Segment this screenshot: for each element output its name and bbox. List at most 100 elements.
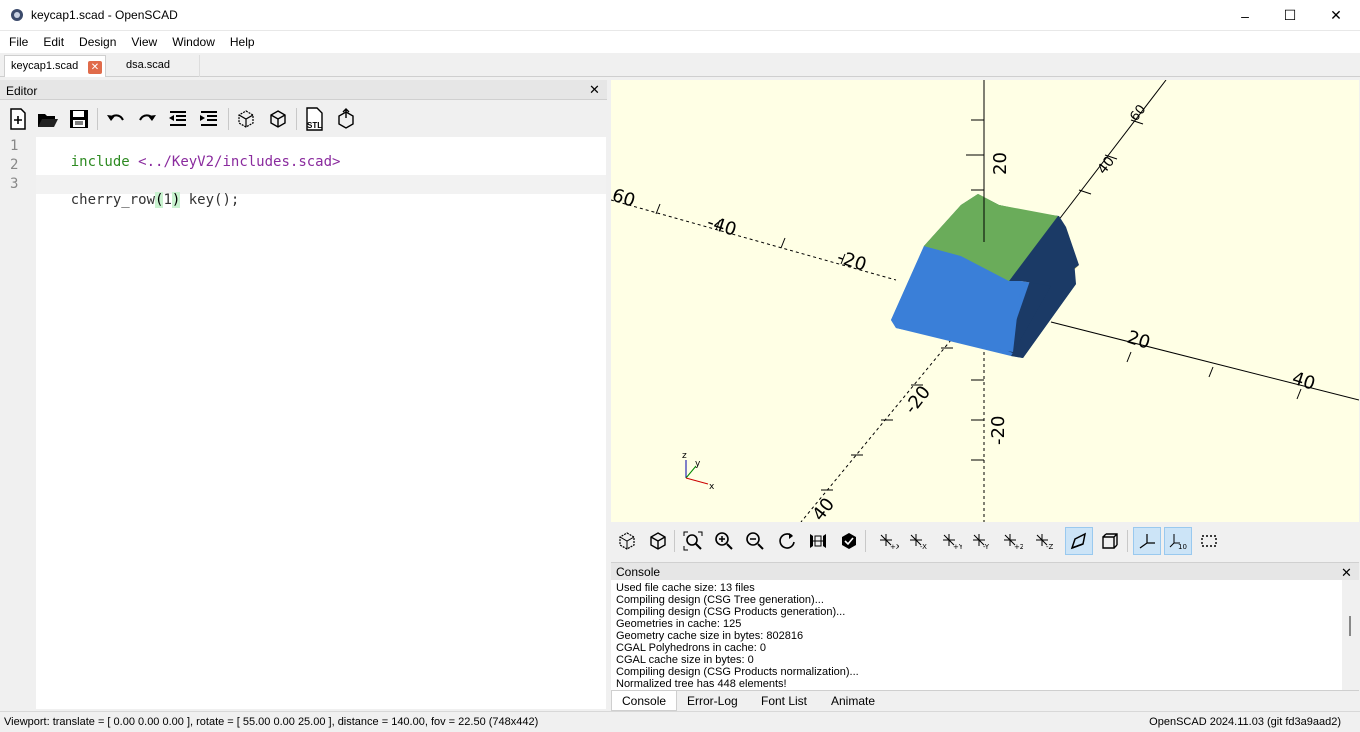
x-neg-40-label: -40: [704, 212, 738, 241]
code-editor[interactable]: 1 2 3 include <../KeyV2/includes.scad> c…: [0, 137, 606, 709]
preview-icon[interactable]: [613, 527, 641, 555]
redo-icon[interactable]: [134, 106, 160, 132]
zoom-out-icon[interactable]: [741, 527, 769, 555]
tab-label: keycap1.scad: [11, 60, 79, 72]
tab-label: dsa.scad: [126, 59, 171, 71]
view-left-icon[interactable]: -X: [904, 527, 932, 555]
code-line-3: cherry_row(1) key();: [37, 176, 239, 224]
keycap-model: [891, 194, 1079, 358]
3d-viewport[interactable]: 20 -20 20 40 -20 -40 60 40 60 -20 40 z y…: [611, 80, 1359, 522]
y-neg-20-label: -20: [900, 382, 935, 418]
preview-icon[interactable]: [233, 106, 259, 132]
export-stl-icon[interactable]: STL: [301, 106, 327, 132]
scrollbar-thumb[interactable]: [1349, 616, 1351, 636]
tab-dsa[interactable]: dsa.scad: [118, 55, 200, 77]
svg-text:-X: -X: [920, 543, 927, 551]
console-line: Compiling design (CSG Products normaliza…: [616, 666, 859, 678]
include-path: <../KeyV2/includes.scad>: [138, 154, 341, 170]
axis-z-letter: z: [682, 451, 687, 461]
editor-title: Editor: [6, 84, 38, 98]
show-scale-icon[interactable]: 10: [1164, 527, 1192, 555]
line-number: 1: [10, 138, 19, 154]
menu-file[interactable]: File: [9, 31, 28, 53]
window-title: keycap1.scad - OpenSCAD: [31, 8, 178, 22]
save-icon[interactable]: [66, 106, 92, 132]
show-axes-icon[interactable]: [1133, 527, 1161, 555]
orthogonal-icon[interactable]: [1096, 527, 1124, 555]
view-top-icon[interactable]: +Y: [937, 527, 965, 555]
svg-text:-Z: -Z: [1046, 543, 1054, 551]
y-axis-positive: [1050, 80, 1167, 231]
tab-error-log[interactable]: Error-Log: [677, 691, 748, 711]
render-icon[interactable]: [644, 527, 672, 555]
viewport-canvas: 20 -20 20 40 -20 -40 60 40 60 -20 40 z y…: [611, 80, 1359, 522]
x-neg-20-label: -20: [834, 247, 868, 276]
unindent-icon[interactable]: [165, 106, 191, 132]
show-edges-icon[interactable]: [1195, 527, 1223, 555]
new-file-icon[interactable]: [5, 106, 31, 132]
axes-indicator: z y x: [682, 451, 715, 492]
close-icon[interactable]: ✕: [589, 83, 600, 96]
wireframe-icon[interactable]: [835, 527, 863, 555]
menu-bar: File Edit Design View Window Help: [0, 31, 1360, 53]
console-line: Normalized tree has 448 elements!: [616, 678, 787, 690]
perspective-icon[interactable]: [1065, 527, 1093, 555]
axis-x-letter: x: [709, 482, 715, 492]
maximize-button[interactable]: ☐: [1267, 0, 1313, 31]
x-pos-40-label: 40: [1289, 368, 1317, 395]
indent-icon[interactable]: [196, 106, 222, 132]
tab-font-list[interactable]: Font List: [751, 691, 817, 711]
openscad-logo-icon: [11, 9, 23, 21]
render-icon[interactable]: [265, 106, 291, 132]
menu-edit[interactable]: Edit: [43, 31, 64, 53]
tab-keycap1[interactable]: keycap1.scad ✕: [4, 55, 106, 77]
version-status: OpenSCAD 2024.11.03 (git fd3a9aad2): [1149, 716, 1341, 728]
console-line: Used file cache size: 13 files: [616, 582, 755, 594]
console-line: Compiling design (CSG Tree generation)..…: [616, 594, 824, 606]
editor-panel-header: Editor ✕: [0, 80, 608, 100]
close-window-button[interactable]: ✕: [1313, 0, 1359, 31]
minimize-button[interactable]: –: [1222, 0, 1268, 31]
code-rest: key();: [180, 192, 240, 208]
zoom-in-icon[interactable]: [710, 527, 738, 555]
view-bottom-icon[interactable]: -Y: [967, 527, 995, 555]
menu-view[interactable]: View: [131, 31, 157, 53]
view-right-icon[interactable]: +X: [874, 527, 902, 555]
view-front-icon[interactable]: +Z: [998, 527, 1026, 555]
console-tab-bar: Console Error-Log Font List Animate: [611, 690, 1359, 711]
tab-animate[interactable]: Animate: [821, 691, 885, 711]
viewport-status: Viewport: translate = [ 0.00 0.00 0.00 ]…: [4, 716, 539, 728]
status-bar: Viewport: translate = [ 0.00 0.00 0.00 ]…: [0, 711, 1360, 732]
editor-toolbar: STL: [0, 100, 608, 137]
reset-view-icon[interactable]: [773, 527, 801, 555]
menu-design[interactable]: Design: [79, 31, 116, 53]
console-line: CGAL cache size in bytes: 0: [616, 654, 754, 666]
line-number-gutter: [0, 137, 36, 709]
svg-text:+X: +X: [890, 543, 899, 551]
open-file-icon[interactable]: [35, 106, 61, 132]
console-line: Compiling design (CSG Products generatio…: [616, 606, 846, 618]
y-axis-negative: [800, 339, 952, 522]
maximize-icon: ☐: [1283, 7, 1297, 23]
console-line: Geometry cache size in bytes: 802816: [616, 630, 804, 642]
menu-window[interactable]: Window: [172, 31, 215, 53]
line-number: 3: [10, 176, 19, 192]
console-scrollbar[interactable]: [1342, 580, 1359, 690]
file-tab-bar: keycap1.scad ✕ dsa.scad: [0, 53, 1360, 77]
z-pos-label: 20: [990, 152, 1011, 175]
tab-console[interactable]: Console: [611, 691, 677, 711]
function-name: cherry_row: [70, 192, 156, 208]
tab-close-icon[interactable]: ✕: [88, 61, 102, 74]
close-icon: ✕: [1330, 7, 1342, 23]
view-back-icon[interactable]: -Z: [1030, 527, 1058, 555]
undo-icon[interactable]: [103, 106, 129, 132]
console-line: CGAL Polyhedrons in cache: 0: [616, 642, 767, 654]
menu-help[interactable]: Help: [230, 31, 255, 53]
x-neg-60-label: 60: [611, 185, 638, 212]
console-output[interactable]: Used file cache size: 13 files Compiling…: [611, 580, 1359, 690]
surface-icon[interactable]: [804, 527, 832, 555]
view-all-icon[interactable]: [679, 527, 707, 555]
send-to-print-icon[interactable]: [333, 106, 359, 132]
close-icon[interactable]: ✕: [1341, 566, 1352, 579]
